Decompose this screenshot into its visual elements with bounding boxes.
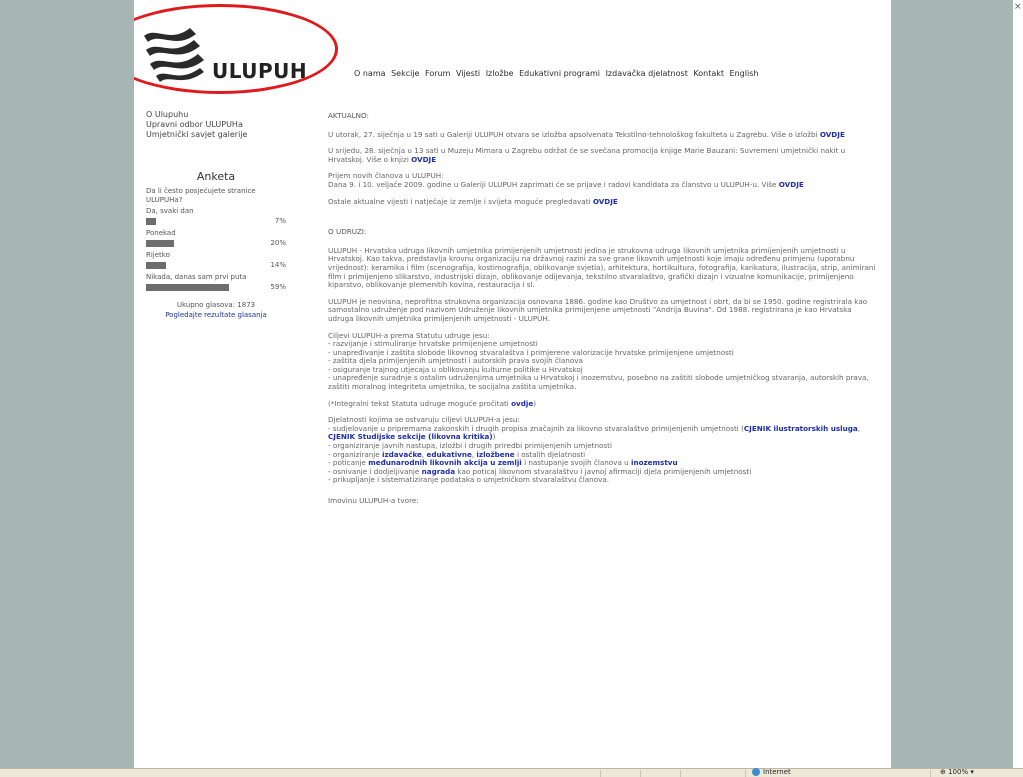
- nav-edukativni-programi[interactable]: Edukativni programi: [519, 69, 600, 78]
- poll-result-bar: [146, 240, 174, 247]
- news-text: Ostale aktualne vijesti i natječaje iz z…: [328, 196, 593, 206]
- poll-result-percent: 20%: [270, 239, 286, 247]
- activity-text: ,: [857, 423, 860, 433]
- udruzi-heading: O UDRUZI:: [328, 227, 367, 237]
- poll-result-bar: [146, 284, 229, 291]
- statute-note: (*Integralni tekst Statuta udruge moguće…: [328, 398, 876, 409]
- poll-result-row: 20%: [146, 239, 286, 249]
- news-item: U srijedu, 28. siječnja u 13 sati u Muze…: [328, 146, 876, 164]
- poll-option-label: Nikada, danas sam prvi puta: [146, 273, 247, 281]
- news-text: U utorak, 27. siječnja u 19 sati u Galer…: [328, 129, 820, 139]
- window-right-edge: ×: [1013, 0, 1023, 768]
- leftnav-umjetnicki-savjet[interactable]: Umjetnički savjet galerije: [146, 130, 286, 140]
- zoom-level: 100%: [948, 768, 969, 776]
- about-paragraph: ULUPUH - Hrvatska udruga likovnih umjetn…: [328, 245, 876, 290]
- security-zone: Internet: [752, 768, 791, 776]
- statute-text: (*Integralni tekst Statuta udruge moguće…: [328, 398, 512, 408]
- goals-list: Ciljevi ULUPUH-a prema Statutu udruge je…: [328, 331, 876, 392]
- news-more-link[interactable]: OVDJE: [593, 197, 618, 206]
- nav-izlozbe[interactable]: Izložbe: [486, 69, 514, 78]
- poll-option-label: Rijetko: [146, 251, 170, 259]
- poll-option-label: Ponekad: [146, 229, 176, 237]
- poll-result-bar: [146, 218, 156, 225]
- news-more-link[interactable]: OVDJE: [779, 180, 804, 189]
- poll-title: Anketa: [196, 170, 236, 183]
- leftnav-upravni-odbor[interactable]: Upravni odbor ULUPUHa: [146, 120, 286, 130]
- news-more-link[interactable]: OVDJE: [411, 155, 436, 164]
- poll-result-percent: 14%: [270, 261, 286, 269]
- zoom-control[interactable]: ⊕ 100% ▾: [940, 768, 974, 776]
- nav-english[interactable]: English: [730, 69, 759, 78]
- activity-item: - sudjelovanje u pripremama zakonskih i …: [328, 423, 876, 442]
- news-item: U utorak, 27. siječnja u 19 sati u Galer…: [328, 129, 876, 140]
- poll-widget: Anketa Da li često posjećujete stranice …: [146, 170, 286, 319]
- poll-option-label: Da, svaki dan: [146, 207, 194, 215]
- poll-result-row: 59%: [146, 283, 286, 293]
- nav-izdavacka-djelatnost[interactable]: Izdavačka djelatnost: [606, 69, 688, 78]
- activities-list: Djelatnosti kojima se ostvaruju ciljevi …: [328, 416, 876, 485]
- about-paragraph: ULUPUH je neovisna, neprofitna strukovna…: [328, 296, 868, 323]
- news-more-link[interactable]: OVDJE: [820, 130, 845, 139]
- zoom-icon: ⊕: [940, 768, 949, 776]
- poll-result-percent: 59%: [270, 283, 286, 291]
- goal-item: - unapređenje suradnje s ostalim udružen…: [328, 373, 869, 392]
- nav-kontakt[interactable]: Kontakt: [693, 69, 724, 78]
- news-item: Prijem novih članova u ULUPUH: Dana 9. i …: [328, 172, 876, 189]
- nav-forum[interactable]: Forum: [425, 69, 450, 78]
- nav-vijesti[interactable]: Vijesti: [456, 69, 480, 78]
- leftnav-o-ulupuhu[interactable]: O Ulupuhu: [146, 110, 286, 120]
- news-text: U srijedu, 28. siječnja u 13 sati u Muze…: [328, 146, 846, 164]
- imovina-text: Imovinu ULUPUH-a tvore:: [328, 496, 419, 505]
- statute-link[interactable]: ovdje: [511, 399, 533, 408]
- activity-item: - prikupljanje i sistematiziranje podata…: [328, 475, 610, 485]
- poll-result-bar: [146, 262, 166, 269]
- poll-result-percent: 7%: [274, 217, 286, 225]
- zone-label: Internet: [763, 768, 791, 776]
- news-text: Dana 9. i 10. veljače 2009. godine u Gal…: [328, 179, 779, 189]
- main-content: AKTUALNO: U utorak, 27. siječnja u 19 sa…: [328, 111, 876, 514]
- nav-o-nama[interactable]: O nama: [354, 69, 386, 78]
- web-page: ULUPUH O nama Sekcije Forum Vijesti Izlo…: [134, 0, 891, 768]
- left-navigation: O Ulupuhu Upravni odbor ULUPUHa Umjetnič…: [146, 110, 286, 140]
- cjenik-ilustratorskih-link[interactable]: CJENIK ilustratorskih usluga: [744, 424, 858, 433]
- poll-results-link[interactable]: Pogledajte rezultate glasanja: [146, 311, 286, 319]
- top-navigation: O nama Sekcije Forum Vijesti Izložbe Edu…: [354, 69, 761, 78]
- news-item: Ostale aktualne vijesti i natječaje iz z…: [328, 196, 876, 207]
- poll-question: Da li često posjećujete stranice ULUPUHa…: [146, 187, 256, 204]
- poll-result-row: 7%: [146, 217, 286, 227]
- aktualno-heading: AKTUALNO:: [328, 111, 369, 120]
- nav-sekcije[interactable]: Sekcije: [391, 69, 419, 78]
- close-icon[interactable]: ×: [1014, 2, 1022, 12]
- statute-end: ): [533, 398, 537, 408]
- globe-icon: [752, 768, 760, 776]
- poll-total-votes: Ukupno glasova: 1873: [176, 301, 256, 309]
- poll-result-row: 14%: [146, 261, 286, 271]
